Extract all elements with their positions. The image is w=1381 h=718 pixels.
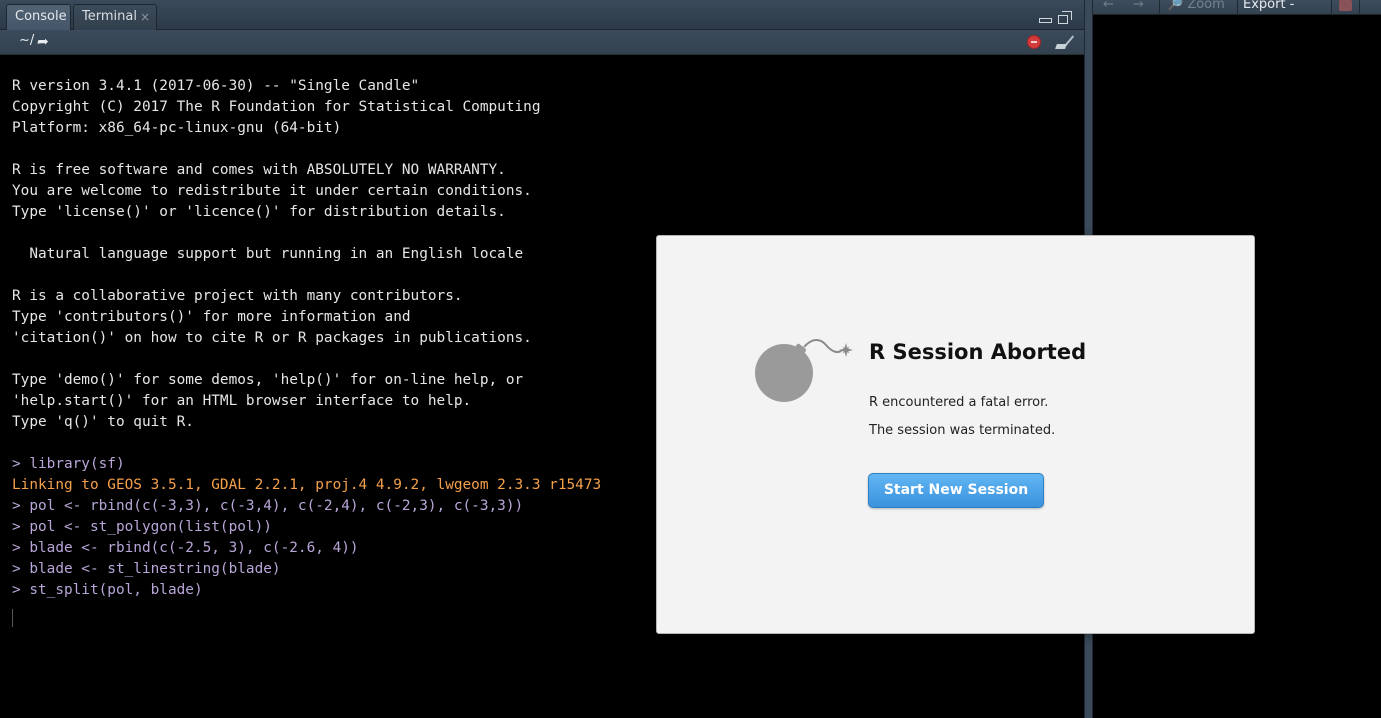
minimize-icon[interactable] — [1038, 11, 1053, 25]
plots-toolbar: ← → 🔎 Zoom Export - — [1093, 0, 1381, 15]
toolbar-divider — [1359, 0, 1360, 14]
export-button[interactable]: Export - — [1243, 0, 1294, 12]
session-aborted-dialog: R Session Aborted R encountered a fatal … — [656, 235, 1255, 634]
forward-arrow-icon[interactable]: → — [1133, 0, 1144, 12]
clear-console-icon[interactable] — [1055, 33, 1075, 51]
back-arrow-icon[interactable]: ← — [1103, 0, 1114, 12]
console-tabbar: Console Terminal × — [0, 0, 1084, 30]
dialog-message: R encountered a fatal error. — [869, 395, 1049, 410]
console-line: Type 'license()' or 'licence()' for dist… — [12, 204, 506, 220]
bomb-icon — [755, 339, 853, 402]
working-directory[interactable]: ~/ — [19, 33, 34, 48]
zoom-button[interactable]: 🔎 Zoom — [1167, 0, 1225, 12]
goto-directory-icon[interactable]: ➦ — [37, 34, 49, 50]
dialog-title: R Session Aborted — [869, 340, 1087, 364]
maximize-icon[interactable] — [1058, 11, 1073, 25]
rstudio-window: Console Terminal × ~/ ➦ R version 3.4.1 … — [0, 0, 1381, 718]
close-icon[interactable]: × — [140, 5, 150, 29]
tab-terminal[interactable]: Terminal × — [73, 4, 157, 30]
tab-terminal-label: Terminal — [82, 9, 137, 24]
text-cursor — [12, 609, 13, 627]
console-line: Platform: x86_64-pc-linux-gnu (64-bit) — [12, 120, 342, 136]
toolbar-divider — [1237, 0, 1238, 14]
console-line: R version 3.4.1 (2017-06-30) -- "Single … — [12, 78, 420, 94]
console-line: You are welcome to redistribute it under… — [12, 183, 532, 199]
remove-plot-icon[interactable] — [1339, 0, 1352, 11]
console-pathbar: ~/ ➦ — [0, 30, 1084, 55]
toolbar-divider — [1331, 0, 1332, 14]
console-line: R is free software and comes with ABSOLU… — [12, 162, 506, 178]
tab-console[interactable]: Console — [6, 4, 71, 30]
toolbar-divider — [1159, 0, 1160, 14]
dialog-message: The session was terminated. — [869, 423, 1056, 438]
tab-console-label: Console — [15, 9, 67, 24]
stop-icon[interactable] — [1027, 35, 1041, 49]
start-new-session-button[interactable]: Start New Session — [868, 473, 1044, 508]
console-line: Copyright (C) 2017 The R Foundation for … — [12, 99, 541, 115]
